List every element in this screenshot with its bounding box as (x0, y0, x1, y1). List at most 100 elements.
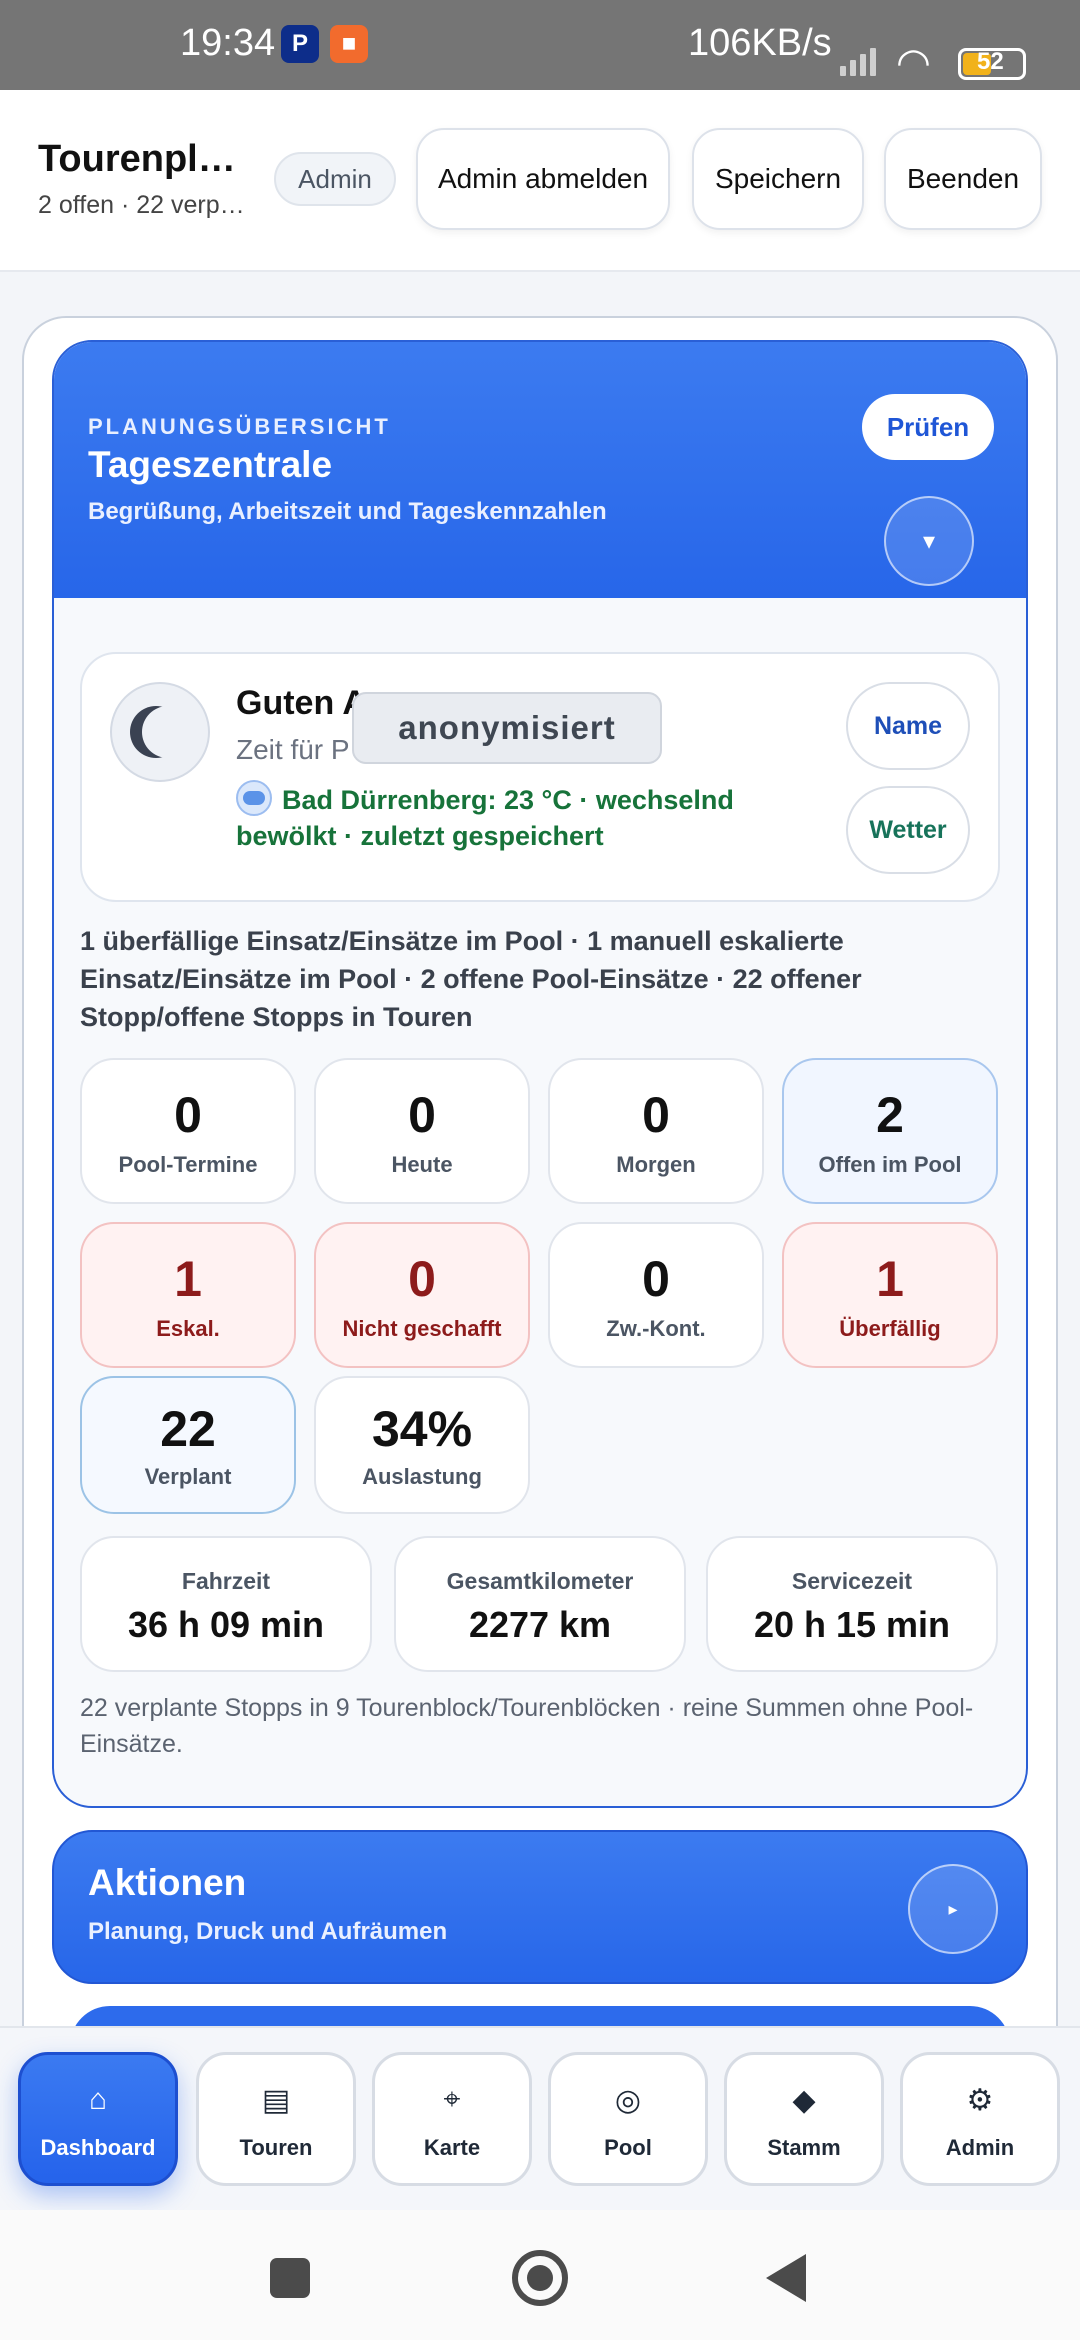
kpi-value: 1 (876, 1251, 904, 1307)
weather-text: Bad Dürrenberg: 23 °C · wechselnd bewölk… (236, 785, 734, 851)
bottom-nav: ⌂ Dashboard ▤ Touren ⌖ Karte ◎ Pool ◆ St… (0, 2026, 1080, 2210)
pool-icon: ◎ (614, 2084, 642, 2117)
name-button[interactable]: Name (846, 682, 970, 770)
exit-button[interactable]: Beenden (884, 128, 1042, 230)
map-target-icon: ⌖ (443, 2083, 461, 2116)
wifi-icon: ◠ (896, 41, 931, 85)
total-label: Gesamtkilometer (446, 1568, 634, 1594)
total-value: 2277 km (468, 1604, 612, 1645)
kpi-eskaliert[interactable]: 1 Eskal. (80, 1222, 296, 1368)
kpi-value: 22 (160, 1401, 216, 1457)
kpi-value: 0 (642, 1087, 670, 1143)
total-fahrzeit: Fahrzeit 36 h 09 min (80, 1536, 372, 1672)
actions-title: Aktionen (88, 1862, 247, 1903)
total-label: Fahrzeit (181, 1568, 271, 1594)
admin-logout-button[interactable]: Admin abmelden (416, 128, 670, 230)
nav-karte[interactable]: ⌖ Karte (372, 2052, 532, 2186)
greeting-card: Guten A Zeit für P anonymisiert Bad Dürr… (80, 652, 1000, 902)
kpi-value: 34% (371, 1401, 473, 1457)
kpi-label: Verplant (144, 1464, 232, 1489)
totals-footnote: 22 verplante Stopps in 9 Tourenblock/Tou… (80, 1694, 974, 1758)
total-servicezeit: Servicezeit 20 h 15 min (706, 1536, 998, 1672)
kpi-value: 2 (876, 1087, 904, 1143)
nav-pool[interactable]: ◎ Pool (548, 2052, 708, 2186)
nav-dashboard[interactable]: ⌂ Dashboard (18, 2052, 178, 2186)
kpi-zwischen-kontrolle[interactable]: 0 Zw.-Kont. (548, 1222, 764, 1368)
nav-label: Karte (423, 2135, 481, 2160)
greeting-title: Guten A (236, 684, 367, 722)
recorder-icon: ■ (330, 25, 368, 63)
gear-icon: ⚙ (966, 2084, 994, 2117)
total-value: 36 h 09 min (127, 1604, 325, 1645)
kpi-pool-termine[interactable]: 0 Pool-Termine (80, 1058, 296, 1204)
kpi-value: 0 (408, 1087, 436, 1143)
kpi-auslastung[interactable]: 34% Auslastung (314, 1376, 530, 1514)
status-bar: 19:34 P ■ 106KB/s ◠ 52 (0, 0, 1080, 90)
app-header: Tourenpl… 2 offen · 22 verp… Admin Admin… (0, 90, 1080, 272)
collapse-button[interactable]: ▾ (884, 496, 974, 586)
kpi-label: Eskal. (156, 1316, 220, 1341)
diamond-icon: ◆ (792, 2084, 816, 2117)
kpi-value: 0 (174, 1087, 202, 1143)
battery-icon: 52 (958, 48, 1026, 80)
nav-label: Stamm (767, 2135, 841, 2160)
kpi-label: Offen im Pool (818, 1152, 962, 1177)
kpi-label: Pool-Termine (118, 1152, 258, 1177)
app-title: Tourenpl… (38, 138, 236, 180)
kpi-label: Zw.-Kont. (606, 1316, 706, 1341)
home-button-icon[interactable] (512, 2250, 568, 2306)
kpi-value: 0 (408, 1251, 436, 1307)
kpi-verplant[interactable]: 22 Verplant (80, 1376, 296, 1514)
actions-section[interactable]: Aktionen Planung, Druck und Aufräumen ▸ (52, 1830, 1028, 1984)
summary-text: 1 überfällige Einsatz/Einsätze im Pool ·… (80, 926, 862, 1032)
kpi-label: Überfällig (839, 1316, 941, 1341)
home-icon: ⌂ (88, 2083, 108, 2116)
check-button[interactable]: Prüfen (862, 394, 994, 460)
actions-subtitle: Planung, Druck und Aufräumen (88, 1918, 448, 1945)
dashboard-kicker: PLANUNGSÜBERSICHT (88, 414, 391, 439)
nav-stamm[interactable]: ◆ Stamm (724, 2052, 884, 2186)
greeting-line: Zeit für P (236, 734, 350, 765)
kpi-ueberfaellig[interactable]: 1 Überfällig (782, 1222, 998, 1368)
chevron-right-icon: ▸ (948, 1898, 958, 1919)
kpi-morgen[interactable]: 0 Morgen (548, 1058, 764, 1204)
list-icon: ▤ (261, 2084, 291, 2117)
nav-label: Admin (945, 2135, 1015, 2160)
chevron-down-icon: ▾ (922, 527, 936, 555)
status-time: 19:34 (180, 22, 276, 64)
recents-icon[interactable] (270, 2258, 310, 2298)
kpi-label: Heute (391, 1152, 453, 1177)
signal-icon (840, 48, 876, 76)
nav-admin[interactable]: ⚙ Admin (900, 2052, 1060, 2186)
anonymized-overlay: anonymisiert (352, 692, 662, 764)
battery-level: 52 (977, 48, 1004, 75)
kpi-value: 1 (174, 1251, 202, 1307)
kpi-offen-im-pool[interactable]: 2 Offen im Pool (782, 1058, 998, 1204)
back-icon[interactable] (766, 2254, 806, 2302)
dashboard-header[interactable]: PLANUNGSÜBERSICHT Tageszentrale Begrüßun… (54, 342, 1026, 598)
nav-label: Touren (239, 2135, 313, 2160)
paypal-icon: P (281, 25, 319, 63)
dashboard-subtitle: Begrüßung, Arbeitszeit und Tageskennzahl… (88, 498, 607, 525)
nav-touren[interactable]: ▤ Touren (196, 2052, 356, 2186)
save-button[interactable]: Speichern (692, 128, 864, 230)
expand-button[interactable]: ▸ (908, 1864, 998, 1954)
total-label: Servicezeit (791, 1568, 913, 1594)
role-badge: Admin (274, 152, 396, 206)
moon-icon (110, 682, 210, 782)
kpi-label: Morgen (616, 1152, 696, 1177)
kpi-label: Auslastung (362, 1464, 482, 1489)
kpi-label: Nicht geschafft (342, 1316, 502, 1341)
weather-button[interactable]: Wetter (846, 786, 970, 874)
nav-label: Dashboard (40, 2135, 156, 2160)
network-speed: 106KB/s (688, 22, 832, 64)
kpi-value: 0 (642, 1251, 670, 1307)
kpi-heute[interactable]: 0 Heute (314, 1058, 530, 1204)
nav-label: Pool (604, 2135, 652, 2160)
dashboard-title: Tageszentrale (88, 444, 333, 485)
total-gesamtkilometer: Gesamtkilometer 2277 km (394, 1536, 686, 1672)
system-nav-bar (0, 2210, 1080, 2340)
kpi-nicht-geschafft[interactable]: 0 Nicht geschafft (314, 1222, 530, 1368)
app-subtitle: 2 offen · 22 verp… (38, 191, 245, 219)
total-value: 20 h 15 min (753, 1604, 951, 1645)
